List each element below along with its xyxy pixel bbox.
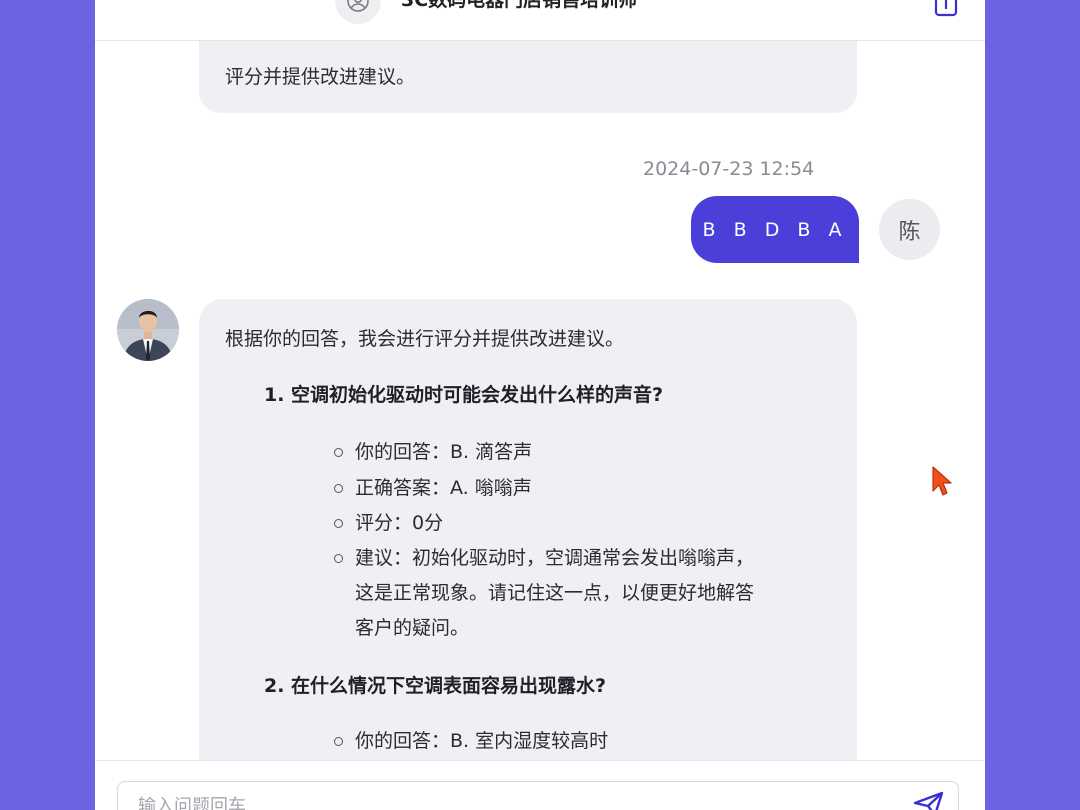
user-message-bubble: B B D B A (691, 196, 859, 263)
page-title: 3C数码电器门店销售培训师 (401, 0, 638, 11)
bot-intro-text: 根据你的回答，我会进行评分并提供改进建议。 (225, 328, 625, 350)
q1-advice-line-2: 这是正常现象。请记住这一点，以便更好地解答 (355, 582, 755, 604)
q1-advice-line-1: 建议：初始化驱动时，空调通常会发出嗡嗡声， (355, 547, 755, 569)
message-timestamp: 2024-07-23 12:54 (643, 158, 815, 180)
bullet-icon (334, 554, 343, 563)
q2-your-answer: 你的回答：B. 室内湿度较高时 (355, 730, 609, 752)
bot-message-bubble: 根据你的回答，我会进行评分并提供改进建议。 1. 空调初始化驱动时可能会发出什么… (199, 299, 857, 760)
send-icon[interactable] (913, 791, 945, 810)
share-icon[interactable] (933, 0, 959, 22)
q1-your-answer: 你的回答：B. 滴答声 (355, 441, 533, 463)
input-bar (95, 760, 985, 810)
q1-advice-line-3: 客户的疑问。 (355, 617, 470, 639)
q1-score: 评分：0分 (355, 512, 444, 534)
question-1-title: 1. 空调初始化驱动时可能会发出什么样的声音? (264, 384, 664, 406)
robot-icon (335, 0, 381, 24)
question-input[interactable] (117, 781, 959, 810)
bullet-icon (334, 448, 343, 457)
bot-avatar (117, 299, 179, 361)
user-avatar: 陈 (879, 199, 940, 260)
user-message-text: B B D B A (702, 218, 848, 241)
bot-message-text: 评分并提供改进建议。 (225, 66, 416, 88)
bullet-icon (334, 484, 343, 493)
bullet-icon (334, 737, 343, 746)
chat-panel: 3C数码电器门店销售培训师 评分并提供改进建议。 2024-07-23 12:5… (95, 0, 985, 810)
bullet-icon (334, 519, 343, 528)
q1-correct-answer: 正确答案：A. 嗡嗡声 (355, 477, 532, 499)
mouse-cursor-icon (931, 465, 953, 501)
message-list: 评分并提供改进建议。 2024-07-23 12:54 B B D B A 陈 … (95, 41, 985, 760)
question-2-title: 2. 在什么情况下空调表面容易出现露水? (264, 675, 607, 697)
header-bar: 3C数码电器门店销售培训师 (95, 0, 985, 41)
